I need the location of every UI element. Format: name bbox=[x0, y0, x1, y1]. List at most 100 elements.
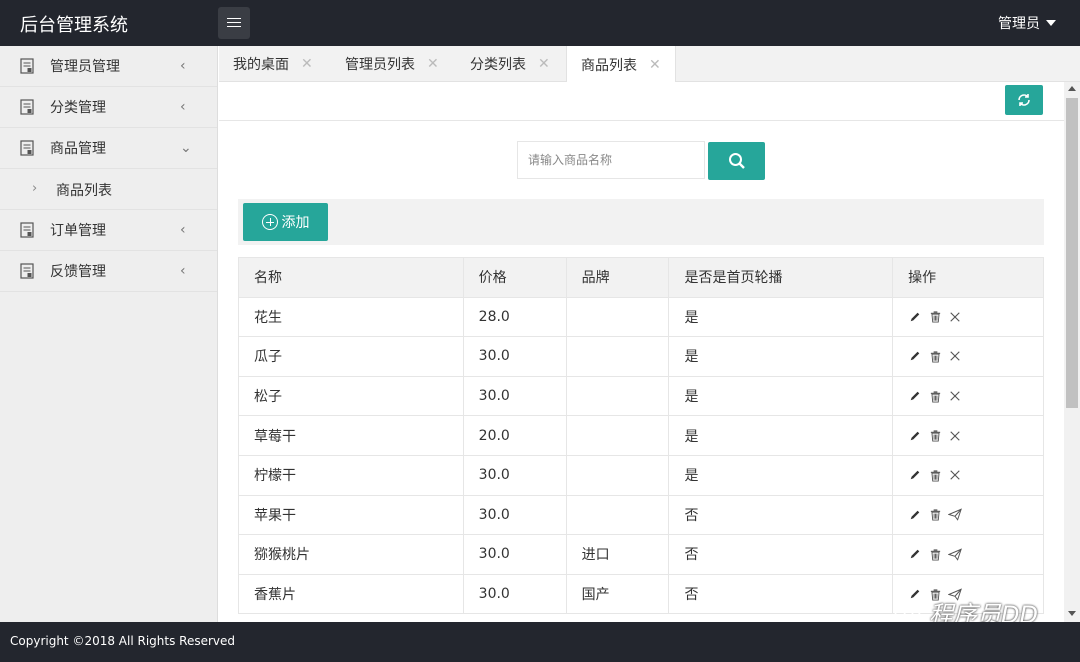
sidebar-item-label: 商品管理 bbox=[50, 141, 106, 157]
app-title: 后台管理系统 bbox=[20, 15, 128, 36]
trash-icon[interactable] bbox=[928, 547, 942, 561]
close-icon[interactable]: ✕ bbox=[649, 57, 661, 73]
cell-carousel: 是 bbox=[668, 454, 894, 496]
scroll-down-arrow-icon[interactable] bbox=[1068, 611, 1076, 616]
user-menu[interactable]: 管理员 bbox=[998, 13, 1056, 33]
vertical-scrollbar[interactable] bbox=[1064, 82, 1080, 622]
content-toolbar bbox=[219, 82, 1064, 121]
cell-brand bbox=[565, 336, 670, 377]
table-row: 柠檬干 30.0 是 bbox=[238, 454, 1044, 496]
trash-icon[interactable] bbox=[928, 349, 942, 363]
send-icon[interactable] bbox=[948, 508, 963, 522]
column-header-price: 价格 bbox=[462, 257, 567, 298]
cell-actions bbox=[892, 415, 1044, 456]
sidebar-item-label: 反馈管理 bbox=[50, 264, 106, 280]
search-input[interactable] bbox=[517, 141, 705, 179]
cell-price: 30.0 bbox=[462, 534, 567, 575]
cell-brand bbox=[565, 375, 670, 417]
column-header-actions: 操作 bbox=[892, 257, 1044, 298]
cell-price: 30.0 bbox=[462, 375, 567, 417]
caret-down-icon bbox=[1046, 20, 1056, 26]
trash-icon[interactable] bbox=[928, 429, 942, 443]
tab-my-desktop[interactable]: 我的桌面 ✕ bbox=[219, 46, 327, 82]
edit-icon[interactable] bbox=[908, 389, 922, 403]
sidebar-item-product-management[interactable]: 商品管理 ⌄ bbox=[0, 128, 217, 169]
copyright-text: Copyright ©2018 All Rights Reserved bbox=[10, 634, 236, 648]
cell-carousel: 是 bbox=[668, 296, 894, 338]
document-icon bbox=[20, 222, 34, 238]
close-icon[interactable] bbox=[948, 349, 962, 363]
trash-icon[interactable] bbox=[928, 468, 942, 482]
edit-icon[interactable] bbox=[908, 547, 922, 561]
sidebar-item-admin-management[interactable]: 管理员管理 ‹ bbox=[0, 46, 217, 87]
row-actions bbox=[908, 468, 1028, 482]
close-icon[interactable] bbox=[948, 389, 962, 403]
chevron-left-icon: ‹ bbox=[180, 263, 186, 279]
tab-label: 分类列表 bbox=[470, 57, 526, 73]
cell-name: 松子 bbox=[238, 375, 464, 417]
cell-name: 草莓干 bbox=[238, 415, 464, 456]
tab-label: 商品列表 bbox=[581, 57, 637, 74]
cell-carousel: 否 bbox=[668, 494, 894, 536]
wechat-icon bbox=[894, 602, 921, 623]
sidebar-item-feedback-management[interactable]: 反馈管理 ‹ bbox=[0, 251, 217, 292]
column-header-carousel: 是否是首页轮播 bbox=[668, 257, 894, 298]
tab-admin-list[interactable]: 管理员列表 ✕ bbox=[331, 46, 453, 82]
tab-label: 我的桌面 bbox=[233, 57, 289, 73]
table-row: 松子 30.0 是 bbox=[238, 375, 1044, 417]
edit-icon[interactable] bbox=[908, 468, 922, 482]
trash-icon[interactable] bbox=[928, 389, 942, 403]
close-icon[interactable]: ✕ bbox=[427, 56, 439, 72]
edit-icon[interactable] bbox=[908, 310, 922, 324]
scroll-up-arrow-icon[interactable] bbox=[1068, 86, 1076, 91]
row-actions bbox=[908, 310, 1028, 324]
cell-name: 苹果干 bbox=[238, 494, 464, 536]
chevron-right-icon: › bbox=[32, 181, 38, 196]
edit-icon[interactable] bbox=[908, 349, 922, 363]
tab-product-list[interactable]: 商品列表 ✕ bbox=[566, 46, 676, 83]
cell-name: 瓜子 bbox=[238, 336, 464, 377]
scroll-thumb[interactable] bbox=[1066, 98, 1078, 408]
cell-actions bbox=[892, 494, 1044, 536]
add-button-label: 添加 bbox=[281, 215, 310, 231]
tab-category-list[interactable]: 分类列表 ✕ bbox=[456, 46, 564, 82]
close-icon[interactable]: ✕ bbox=[538, 56, 550, 72]
trash-icon[interactable] bbox=[928, 310, 942, 324]
search-button[interactable] bbox=[708, 142, 765, 180]
sidebar-subitem-label: 商品列表 bbox=[56, 183, 112, 199]
menu-toggle-button[interactable] bbox=[218, 7, 250, 39]
cell-brand: 国产 bbox=[565, 573, 670, 615]
sidebar: 管理员管理 ‹ 分类管理 ‹ 商品管理 ⌄ › 商品列表 订单管理 ‹ 反馈管理… bbox=[0, 46, 218, 622]
edit-icon[interactable] bbox=[908, 429, 922, 443]
edit-icon[interactable] bbox=[908, 508, 922, 522]
sidebar-item-label: 管理员管理 bbox=[50, 59, 120, 75]
cell-price: 30.0 bbox=[462, 573, 567, 615]
footer: Copyright ©2018 All Rights Reserved bbox=[0, 622, 1080, 662]
cell-name: 柠檬干 bbox=[238, 454, 464, 496]
cell-carousel: 是 bbox=[668, 336, 894, 377]
row-actions bbox=[908, 508, 1028, 522]
close-icon[interactable]: ✕ bbox=[301, 56, 313, 72]
sidebar-subitem-product-list[interactable]: › 商品列表 bbox=[0, 169, 217, 210]
sidebar-item-order-management[interactable]: 订单管理 ‹ bbox=[0, 210, 217, 251]
close-icon[interactable] bbox=[948, 468, 962, 482]
column-header-name: 名称 bbox=[238, 257, 464, 298]
chevron-down-icon: ⌄ bbox=[180, 140, 192, 156]
hamburger-icon bbox=[227, 18, 241, 28]
row-actions bbox=[908, 349, 1028, 363]
send-icon[interactable] bbox=[948, 547, 963, 561]
cell-actions bbox=[892, 534, 1044, 575]
trash-icon[interactable] bbox=[928, 508, 942, 522]
cell-actions bbox=[892, 454, 1044, 496]
top-header: 后台管理系统 管理员 bbox=[0, 0, 1080, 46]
table-row: 草莓干 20.0 是 bbox=[238, 415, 1044, 456]
refresh-button[interactable] bbox=[1005, 85, 1043, 115]
close-icon[interactable] bbox=[948, 310, 962, 324]
close-icon[interactable] bbox=[948, 429, 962, 443]
cell-brand bbox=[565, 415, 670, 456]
cell-brand bbox=[565, 494, 670, 536]
chevron-left-icon: ‹ bbox=[180, 58, 186, 74]
cell-price: 28.0 bbox=[462, 296, 567, 338]
add-button[interactable]: 添加 bbox=[243, 203, 328, 241]
sidebar-item-category-management[interactable]: 分类管理 ‹ bbox=[0, 87, 217, 128]
